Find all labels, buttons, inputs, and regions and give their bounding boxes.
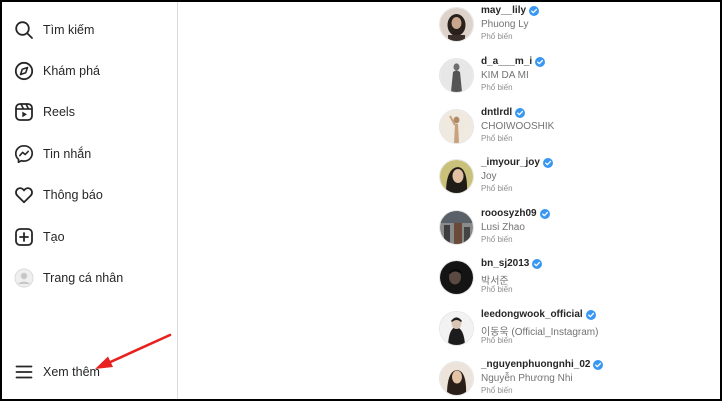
avatar[interactable] — [439, 361, 474, 396]
popular-tag: Phổ biến — [481, 285, 513, 294]
sidebar-item-label: Reels — [43, 105, 75, 119]
menu-icon — [13, 361, 35, 383]
sidebar-item-search[interactable]: Tìm kiếm — [2, 12, 177, 48]
create-icon — [13, 226, 35, 248]
sidebar-item-reels[interactable]: Reels — [2, 94, 177, 130]
username[interactable]: _nguyenphuongnhi_02 — [481, 359, 590, 370]
sidebar-item-label: Tạo — [43, 230, 65, 244]
sidebar-item-profile[interactable]: Trang cá nhân — [2, 260, 177, 296]
popular-tag: Phổ biến — [481, 83, 513, 92]
list-item[interactable]: dntlrdl CHOIWOOSHIK Phổ biến — [439, 107, 720, 155]
username[interactable]: d_a___m_i — [481, 56, 532, 67]
list-item[interactable]: _nguyenphuongnhi_02 Nguyễn Phương Nhi Ph… — [439, 359, 720, 399]
popular-tag: Phổ biến — [481, 184, 513, 193]
app-window: Tìm kiếm Khám phá Reels Tin nhắn Thông b — [2, 2, 720, 399]
username[interactable]: leedongwook_official — [481, 309, 583, 320]
full-name: Lusi Zhao — [481, 222, 525, 233]
full-name: Phuong Ly — [481, 19, 529, 30]
reels-icon — [13, 101, 35, 123]
list-item[interactable]: d_a___m_i KIM DA MI Phổ biến — [439, 56, 720, 104]
annotation-arrow-icon — [95, 333, 172, 369]
username[interactable]: rooosyzh09 — [481, 208, 537, 219]
messenger-icon — [13, 143, 35, 165]
sidebar: Tìm kiếm Khám phá Reels Tin nhắn Thông b — [2, 2, 178, 399]
avatar[interactable] — [439, 58, 474, 93]
popular-tag: Phổ biến — [481, 386, 513, 395]
compass-icon — [13, 60, 35, 82]
popular-tag: Phổ biến — [481, 32, 513, 41]
sidebar-item-label: Tìm kiếm — [43, 23, 95, 37]
avatar[interactable] — [439, 159, 474, 194]
username[interactable]: bn_sj2013 — [481, 258, 529, 269]
sidebar-item-label: Tin nhắn — [43, 147, 92, 161]
username[interactable]: _imyour_joy — [481, 157, 540, 168]
sidebar-item-label: Khám phá — [43, 64, 100, 78]
full-name: KIM DA MI — [481, 70, 529, 81]
sidebar-item-create[interactable]: Tạo — [2, 219, 177, 255]
popular-tag: Phổ biến — [481, 134, 513, 143]
avatar[interactable] — [439, 109, 474, 144]
full-name: Joy — [481, 171, 497, 182]
list-item[interactable]: _imyour_joy Joy Phổ biến — [439, 157, 720, 205]
avatar-icon — [13, 267, 35, 289]
avatar[interactable] — [439, 210, 474, 245]
sidebar-item-label: Thông báo — [43, 188, 103, 202]
verified-badge-icon — [515, 107, 526, 118]
suggested-accounts-list: may__lily Phuong Ly Phổ biến d_a___m_i K… — [178, 2, 720, 399]
verified-badge-icon — [539, 208, 550, 219]
full-name: CHOIWOOSHIK — [481, 121, 555, 132]
popular-tag: Phổ biến — [481, 336, 513, 345]
verified-badge-icon — [593, 359, 604, 370]
list-item[interactable]: rooosyzh09 Lusi Zhao Phổ biến — [439, 208, 720, 256]
sidebar-item-messages[interactable]: Tin nhắn — [2, 136, 177, 172]
verified-badge-icon — [542, 157, 553, 168]
verified-badge-icon — [529, 5, 540, 16]
popular-tag: Phổ biến — [481, 235, 513, 244]
sidebar-item-label: Trang cá nhân — [43, 271, 124, 285]
full-name: Nguyễn Phương Nhi — [481, 373, 573, 384]
avatar[interactable] — [439, 311, 474, 346]
list-item[interactable]: may__lily Phuong Ly Phổ biến — [439, 5, 720, 53]
verified-badge-icon — [535, 56, 546, 67]
sidebar-item-explore[interactable]: Khám phá — [2, 53, 177, 89]
avatar[interactable] — [439, 260, 474, 295]
verified-badge-icon — [585, 309, 596, 320]
heart-icon — [13, 184, 35, 206]
verified-badge-icon — [532, 258, 543, 269]
avatar[interactable] — [439, 7, 474, 42]
username[interactable]: dntlrdl — [481, 107, 512, 118]
sidebar-item-notifications[interactable]: Thông báo — [2, 177, 177, 213]
username[interactable]: may__lily — [481, 5, 526, 16]
list-item[interactable]: leedongwook_official 이동욱 (Official_Insta… — [439, 309, 720, 357]
list-item[interactable]: bn_sj2013 박서준 Phổ biến — [439, 258, 720, 306]
search-icon — [13, 19, 35, 41]
